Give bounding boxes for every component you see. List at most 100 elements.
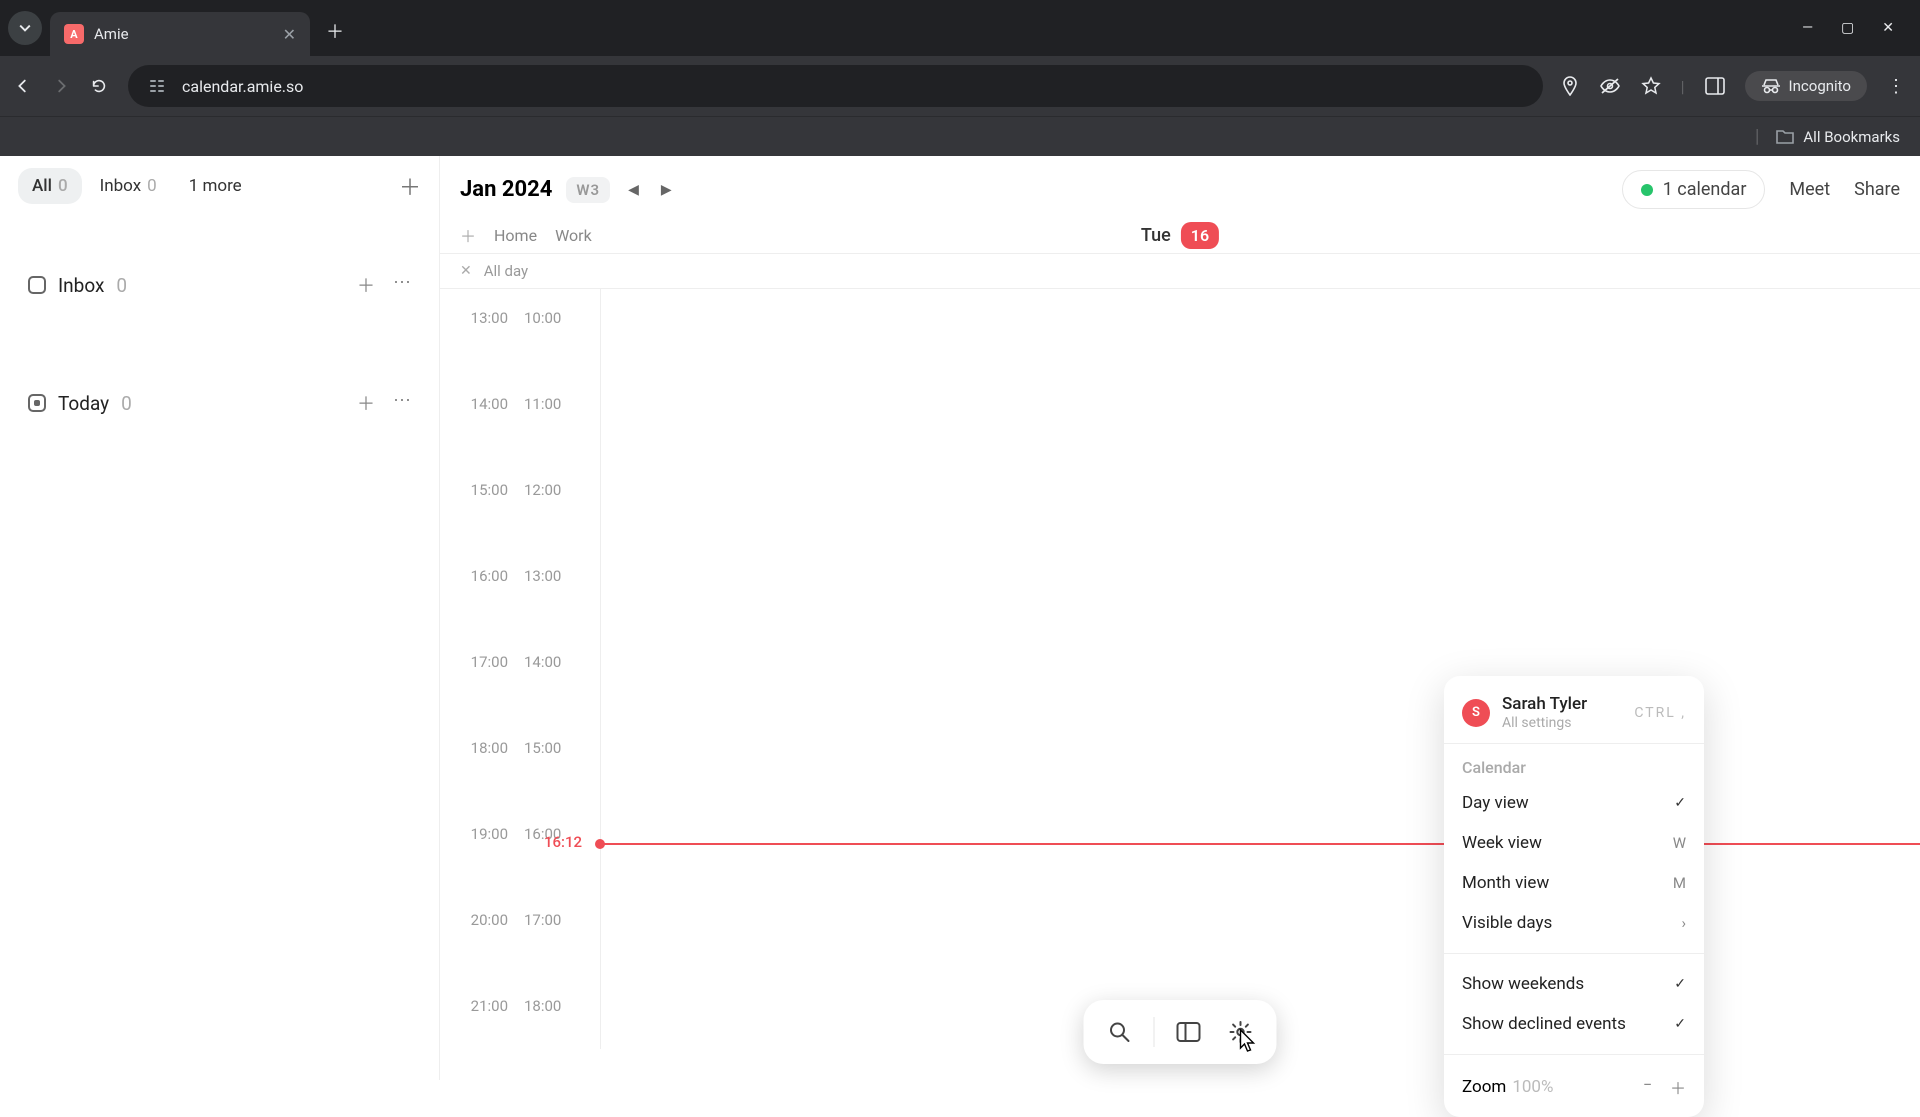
zoom-out-button[interactable]: − <box>1643 1075 1652 1099</box>
zoom-value: 100% <box>1512 1077 1553 1097</box>
share-button[interactable]: Share <box>1854 179 1900 200</box>
user-subtitle: All settings <box>1502 715 1587 731</box>
sidepanel-icon[interactable] <box>1705 77 1725 95</box>
all-day-row[interactable]: ✕ All day <box>440 253 1920 289</box>
meet-button[interactable]: Meet <box>1789 179 1830 200</box>
zoom-in-button[interactable]: ＋ <box>1670 1075 1686 1099</box>
menu-item[interactable]: Month viewM <box>1444 863 1704 903</box>
user-name: Sarah Tyler <box>1502 694 1587 714</box>
menu-toggle[interactable]: Show declined events✓ <box>1444 1004 1704 1044</box>
menu-section-label: Calendar <box>1444 754 1704 783</box>
divider <box>1154 1017 1155 1047</box>
zoom-label: Zoom <box>1462 1077 1506 1097</box>
time-row: 16:0013:00 <box>458 567 1920 585</box>
tz-tab-home[interactable]: Home <box>494 226 537 245</box>
close-icon[interactable]: ✕ <box>283 25 296 44</box>
settings-user-row[interactable]: S Sarah Tyler All settings CTRL , <box>1444 688 1704 733</box>
floating-toolbar <box>1084 1000 1277 1064</box>
window-controls: — ▢ ✕ <box>1802 20 1912 36</box>
day-number-badge: 16 <box>1181 222 1219 249</box>
incognito-badge[interactable]: Incognito <box>1745 71 1867 101</box>
toggle-sidebar-button[interactable] <box>1167 1010 1211 1054</box>
week-badge: W3 <box>566 177 610 203</box>
calendar-header: Jan 2024 W3 ◀ ▶ 1 calendar Meet Share <box>440 156 1920 219</box>
settings-menu: S Sarah Tyler All settings CTRL , Calend… <box>1444 676 1704 1117</box>
sidebar-item-inbox[interactable]: Inbox 0 ＋ ⋯ <box>18 244 421 306</box>
now-indicator-line <box>600 843 1920 845</box>
calendar-subheader: ＋ Home Work Tue 16 <box>440 219 1920 253</box>
tab-count: 0 <box>58 176 68 196</box>
today-icon <box>28 394 46 412</box>
calendar-main: Jan 2024 W3 ◀ ▶ 1 calendar Meet Share ＋ … <box>440 156 1920 1080</box>
time-row: 15:0012:00 <box>458 481 1920 499</box>
tab-search-button[interactable] <box>8 11 42 45</box>
favicon-icon: A <box>64 24 84 44</box>
browser-tab-strip: A Amie ✕ ＋ — ▢ ✕ <box>0 0 1920 56</box>
site-settings-icon[interactable] <box>148 77 166 95</box>
time-row: 17:0014:00 <box>458 653 1920 671</box>
sidebar-item-today[interactable]: Today 0 ＋ ⋯ <box>18 362 421 424</box>
inbox-icon <box>28 276 46 294</box>
list-label: Today <box>58 392 109 415</box>
back-icon[interactable] <box>14 77 34 95</box>
more-icon[interactable]: ⋯ <box>393 390 411 416</box>
maximize-icon[interactable]: ▢ <box>1841 20 1854 36</box>
now-time-label: 16:12 <box>544 833 582 851</box>
sidebar-icon <box>1177 1022 1201 1042</box>
divider <box>1444 953 1704 954</box>
eye-off-icon[interactable] <box>1599 77 1621 95</box>
tab-label: All <box>32 176 52 196</box>
day-header: Tue 16 <box>1141 222 1219 249</box>
chevron-down-icon <box>19 22 31 34</box>
incognito-label: Incognito <box>1789 77 1851 95</box>
list-label: Inbox <box>58 274 104 297</box>
bookmarks-bar: | All Bookmarks <box>0 116 1920 156</box>
time-row: 13:0010:00 <box>458 309 1920 327</box>
search-button[interactable] <box>1098 1010 1142 1054</box>
settings-button[interactable] <box>1219 1010 1263 1054</box>
forward-icon[interactable] <box>52 77 72 95</box>
reload-icon[interactable] <box>90 77 110 95</box>
more-icon[interactable]: ⋯ <box>393 272 411 298</box>
time-row: 14:0011:00 <box>458 395 1920 413</box>
next-button[interactable]: ▶ <box>657 178 676 202</box>
prev-button[interactable]: ◀ <box>624 178 643 202</box>
add-task-icon[interactable]: ＋ <box>357 390 375 416</box>
minimize-icon[interactable]: — <box>1802 20 1813 36</box>
calendar-count-label: 1 calendar <box>1663 179 1747 200</box>
menu-item[interactable]: Visible days› <box>1444 903 1704 943</box>
all-day-label: All day <box>484 262 528 280</box>
add-task-icon[interactable]: ＋ <box>357 272 375 298</box>
tz-tab-work[interactable]: Work <box>555 226 592 245</box>
list-count: 0 <box>121 392 132 415</box>
search-icon <box>1109 1021 1131 1043</box>
sidebar-tab-more[interactable]: 1 more <box>175 168 256 204</box>
location-icon[interactable] <box>1561 76 1579 96</box>
tab-title: Amie <box>94 25 263 43</box>
address-bar[interactable]: calendar.amie.so <box>128 65 1543 107</box>
sidebar: All 0 Inbox 0 1 more ＋ Inbox 0 ＋ ⋯ Today <box>0 156 440 1080</box>
status-dot-icon <box>1641 184 1653 196</box>
menu-item[interactable]: Week viewW <box>1444 823 1704 863</box>
browser-menu-icon[interactable]: ⋮ <box>1887 76 1906 97</box>
tab-label: Inbox <box>100 176 142 196</box>
close-window-icon[interactable]: ✕ <box>1882 20 1894 36</box>
all-bookmarks-button[interactable]: All Bookmarks <box>1803 128 1900 146</box>
collapse-icon[interactable]: ✕ <box>460 263 472 279</box>
new-tab-button[interactable]: ＋ <box>326 18 344 44</box>
menu-item[interactable]: Day view✓ <box>1444 783 1704 823</box>
divider <box>1444 743 1704 744</box>
add-timezone-button[interactable]: ＋ <box>460 223 476 247</box>
browser-tab[interactable]: A Amie ✕ <box>50 12 310 56</box>
calendar-count-pill[interactable]: 1 calendar <box>1622 170 1766 209</box>
add-list-button[interactable]: ＋ <box>399 170 421 202</box>
star-icon[interactable] <box>1641 76 1661 96</box>
divider <box>1444 1054 1704 1055</box>
url-text: calendar.amie.so <box>182 77 303 96</box>
month-label: Jan 2024 <box>460 177 552 202</box>
sidebar-tab-inbox[interactable]: Inbox 0 <box>86 168 171 204</box>
sidebar-tab-all[interactable]: All 0 <box>18 168 82 204</box>
sidebar-tabs: All 0 Inbox 0 1 more ＋ <box>18 168 421 204</box>
menu-toggle[interactable]: Show weekends✓ <box>1444 964 1704 1004</box>
shortcut-label: CTRL , <box>1634 705 1686 721</box>
